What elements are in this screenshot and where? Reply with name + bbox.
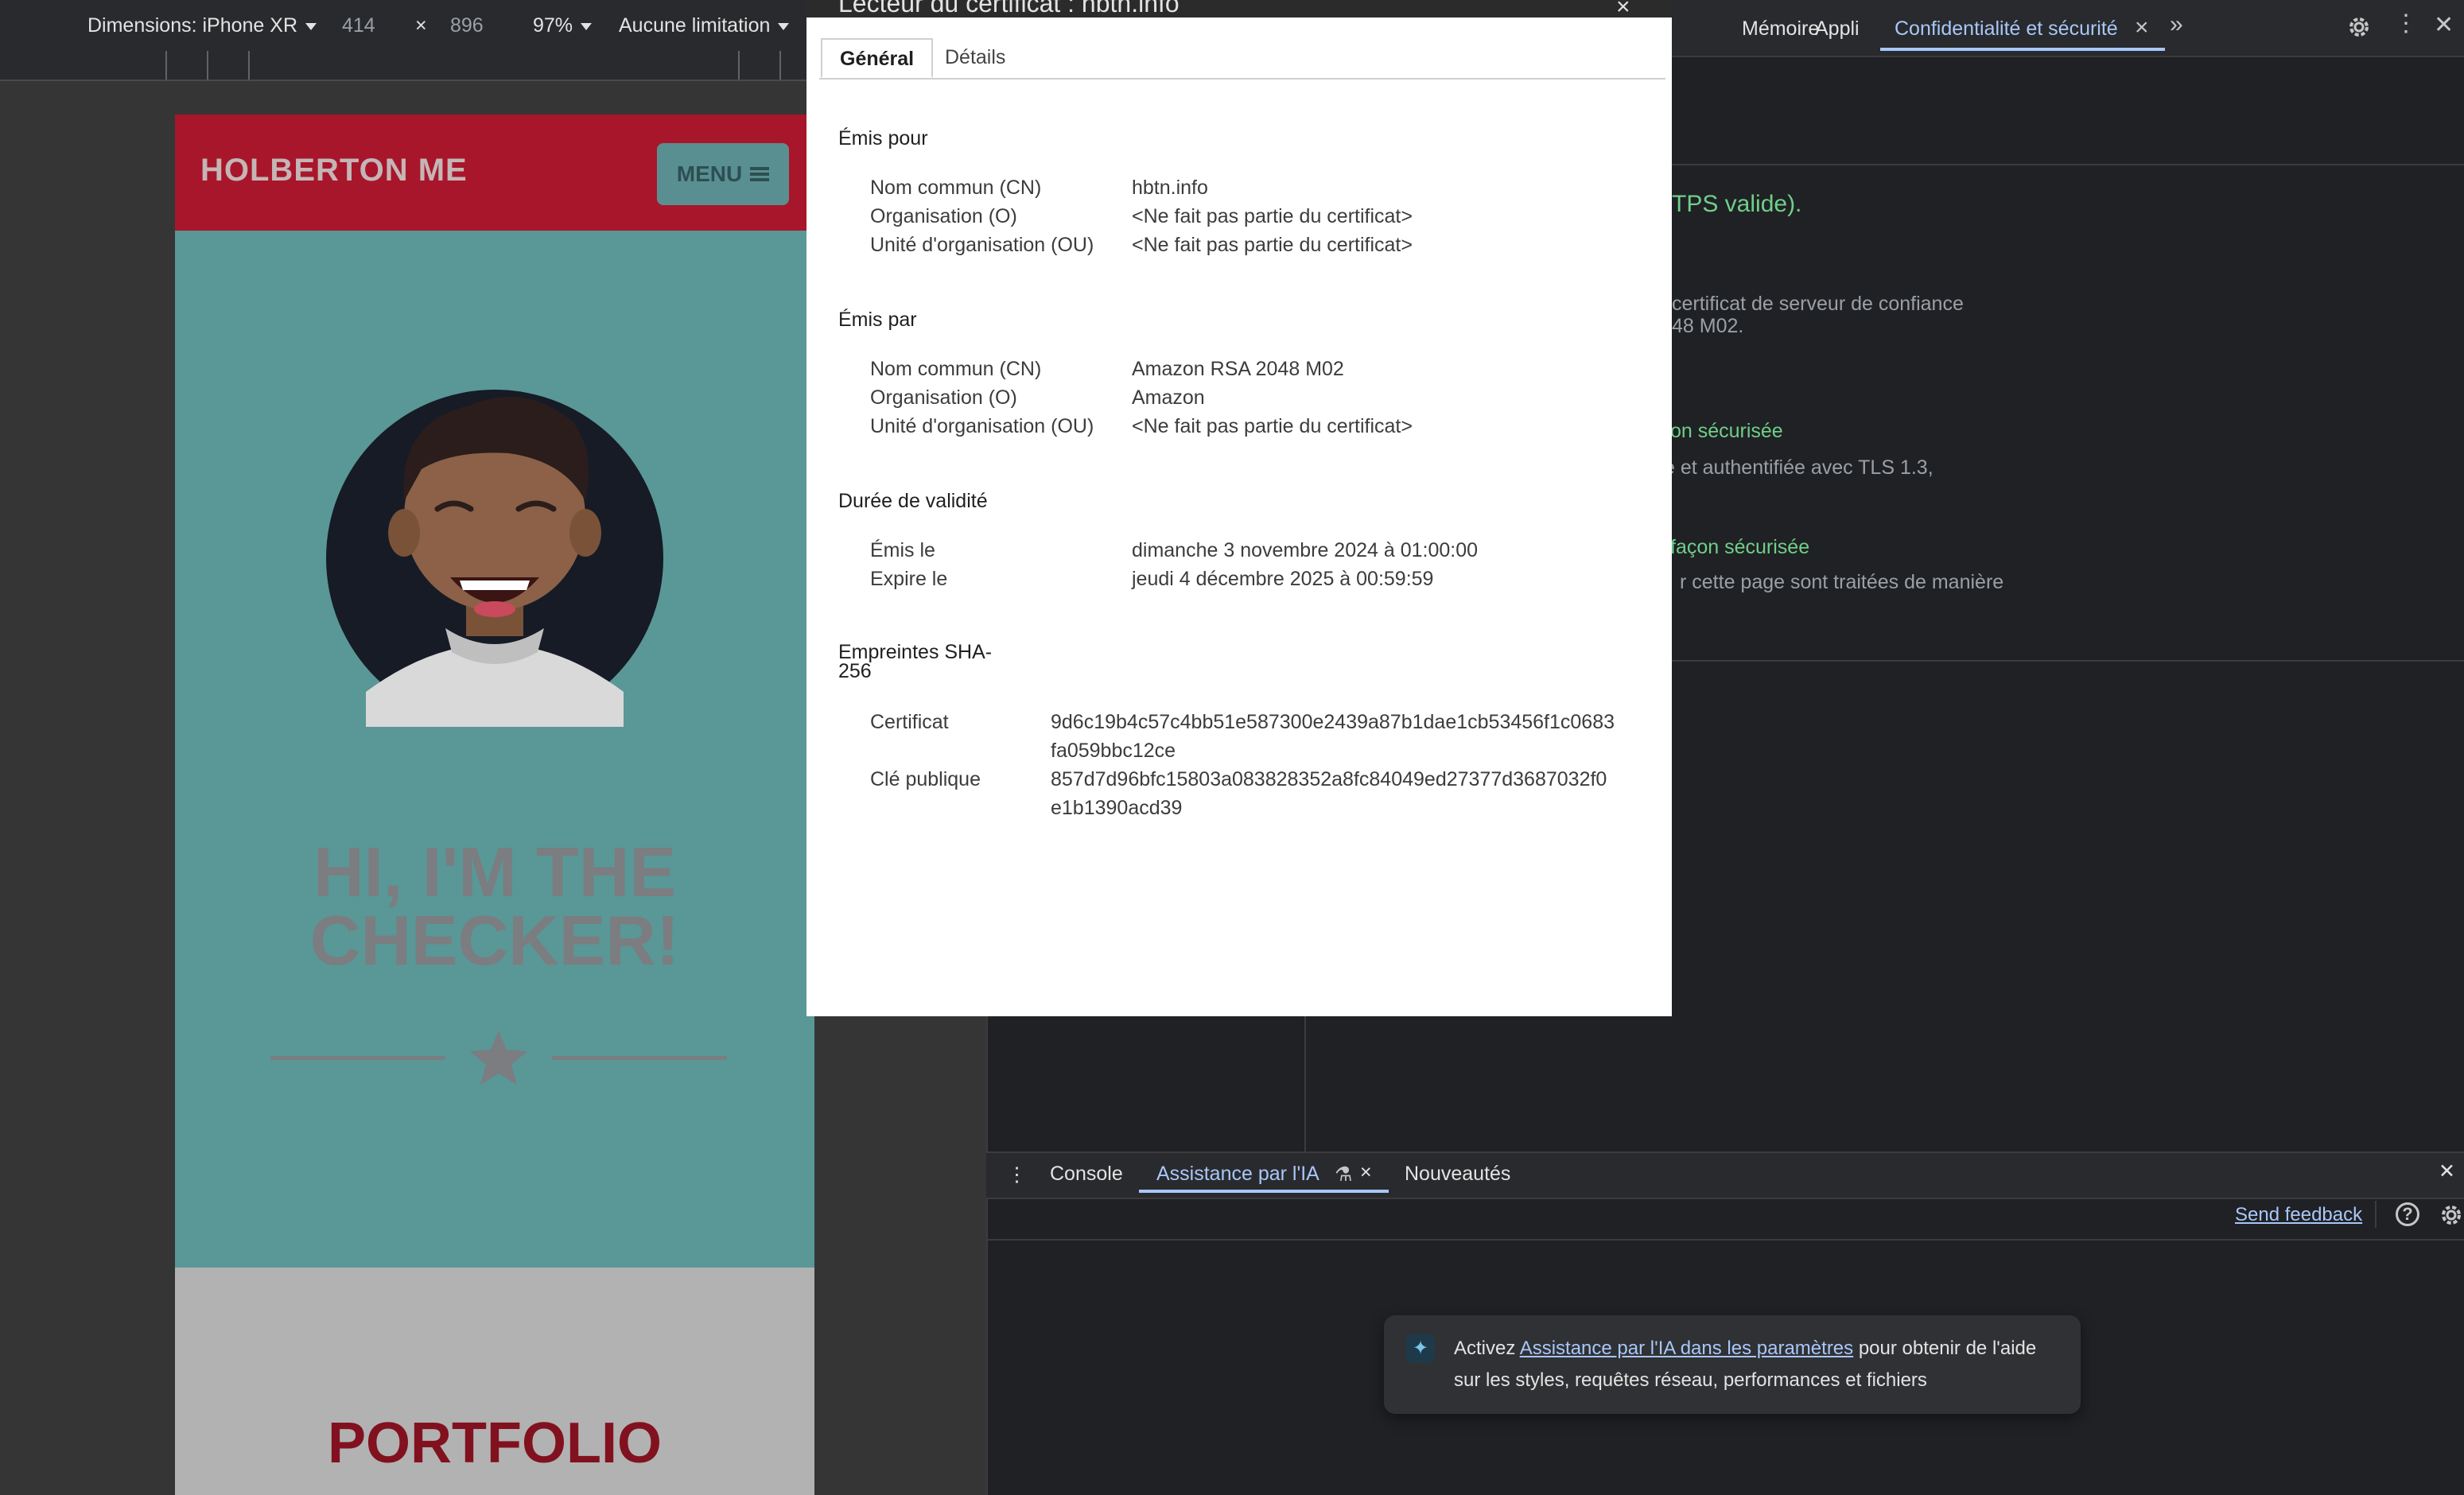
device-dimensions-label: Dimensions: iPhone XR <box>87 14 298 37</box>
active-tab-indicator <box>1880 48 2165 51</box>
avatar <box>326 390 663 727</box>
issued-to-cn-label: Nom commun (CN) <box>870 177 1042 199</box>
help-icon[interactable]: ? <box>2396 1202 2419 1226</box>
security-cert-text-line-1: certificat de serveur de confiance <box>1672 293 1964 315</box>
ai-banner-text: Activez Assistance par l'IA dans les par… <box>1454 1333 2066 1396</box>
fingerprint-key-value: 857d7d96bfc15803a083828352a8fc84049ed273… <box>1051 765 1607 822</box>
drawer-menu-icon[interactable]: ⋮ <box>1007 1163 1027 1186</box>
drawer-tab-ai-assistance[interactable]: Assistance par l'IA <box>1156 1163 1319 1186</box>
portfolio-title: PORTFOLIO <box>328 1412 662 1475</box>
send-feedback-link[interactable]: Send feedback <box>2235 1204 2362 1226</box>
device-height-input[interactable]: 896 <box>450 14 484 37</box>
gear-icon[interactable] <box>2439 1202 2464 1228</box>
tab-application[interactable]: Appli <box>1815 17 1860 41</box>
more-vert-icon[interactable]: ⋮ <box>2394 10 2418 37</box>
fingerprint-cert-label: Certificat <box>870 711 949 733</box>
security-cert-text-line-2: 48 M02. <box>1672 315 1744 337</box>
tab-details[interactable]: Détails <box>927 38 1023 78</box>
device-toolbar: Dimensions: iPhone XR 414 × 896 97% Aucu… <box>0 0 819 52</box>
star-icon <box>470 1031 527 1085</box>
ai-settings-link[interactable]: Assistance par l'IA dans les paramètres <box>1520 1338 1853 1359</box>
drawer-tab-console[interactable]: Console <box>1050 1163 1123 1186</box>
security-resources-text: r cette page sont traitées de manière <box>1680 571 2004 593</box>
validity-issued-value: dimanche 3 novembre 2024 à 01:00:00 <box>1132 539 1479 561</box>
validity-expires-label: Expire le <box>870 568 948 590</box>
close-devtools-icon[interactable]: ✕ <box>2434 11 2454 39</box>
issued-by-ou-value: <Ne fait pas partie du certificat> <box>1132 415 1413 437</box>
site-header: HOLBERTON ME MENU <box>175 115 814 231</box>
device-width-input[interactable]: 414 <box>342 14 375 37</box>
throttle-dropdown[interactable]: Aucune limitation <box>619 14 790 37</box>
fingerprint-cert-value: 9d6c19b4c57c4bb51e587300e2439a87b1dae1cb… <box>1051 708 1615 765</box>
hero-title-line-1: HI, I'M THE <box>313 833 677 911</box>
hero-title-line-2: CHECKER! <box>309 901 680 980</box>
issued-to-o-value: <Ne fait pas partie du certificat> <box>1132 205 1413 227</box>
drawer-tab-whats-new[interactable]: Nouveautés <box>1405 1163 1510 1186</box>
tab-privacy-security[interactable]: Confidentialité et sécurité <box>1895 17 2118 41</box>
tab-memory[interactable]: Mémoire <box>1742 17 1819 41</box>
tab-general[interactable]: Général <box>821 38 934 78</box>
issued-to-cn-value: hbtn.info <box>1132 177 1208 199</box>
site-menu-button[interactable]: MENU <box>657 143 789 205</box>
validity-expires-value: jeudi 4 décembre 2025 à 00:59:59 <box>1132 568 1434 590</box>
fingerprint-key-value-line-1: 857d7d96bfc15803a083828352a8fc84049ed273… <box>1051 768 1607 790</box>
zoom-dropdown[interactable]: 97% <box>533 14 593 37</box>
issued-by-o-label: Organisation (O) <box>870 386 1017 409</box>
ai-banner-prefix: Activez <box>1454 1338 1520 1359</box>
security-connection-text: e et authentifiée avec TLS 1.3, <box>1664 456 1934 479</box>
fingerprints-heading-line-1: Empreintes SHA- <box>838 641 993 663</box>
close-tab-icon[interactable]: × <box>2135 14 2149 41</box>
certificate-dialog <box>806 17 1672 1016</box>
certificate-title: Lecteur du certificat : hbtn.info <box>838 0 1180 17</box>
issued-to-o-label: Organisation (O) <box>870 205 1017 227</box>
fingerprint-key-label: Clé publique <box>870 768 981 790</box>
fingerprint-key-value-line-2: e1b1390acd39 <box>1051 797 1183 819</box>
fingerprints-heading: Empreintes SHA- 256 <box>838 643 992 681</box>
gear-icon[interactable] <box>2346 14 2372 40</box>
times-icon: × <box>415 14 427 37</box>
zoom-label: 97% <box>533 14 573 37</box>
issued-by-heading: Émis par <box>838 309 917 331</box>
chevron-double-right-icon[interactable]: » <box>2170 11 2183 38</box>
issued-by-cn-value: Amazon RSA 2048 M02 <box>1132 358 1344 380</box>
fingerprint-cert-value-line-1: 9d6c19b4c57c4bb51e587300e2439a87b1dae1cb… <box>1051 711 1615 733</box>
site-logo[interactable]: HOLBERTON ME <box>200 153 468 188</box>
security-resources-title: façon sécurisée <box>1670 536 1810 558</box>
chevron-down-icon <box>778 22 790 30</box>
hero-title: HI, I'M THE CHECKER! <box>175 833 814 980</box>
emulated-website: HOLBERTON ME MENU HI, I'M THE CHECKER! P… <box>175 115 814 1495</box>
star-divider <box>270 1031 727 1085</box>
certificate-tabs-divider <box>819 78 1665 80</box>
issued-by-cn-label: Nom commun (CN) <box>870 358 1042 380</box>
throttle-label: Aucune limitation <box>619 14 771 37</box>
issued-to-ou-value: <Ne fait pas partie du certificat> <box>1132 234 1413 256</box>
security-main-summary: TPS valide). <box>1672 191 1802 217</box>
active-tab-indicator <box>1139 1190 1389 1193</box>
issued-by-o-value: Amazon <box>1132 386 1205 409</box>
issued-by-ou-label: Unité d'organisation (OU) <box>870 415 1094 437</box>
hamburger-icon <box>750 167 770 181</box>
site-menu-label: MENU <box>676 161 743 186</box>
flask-icon: ⚗ <box>1335 1163 1353 1186</box>
fingerprints-heading-line-2: 256 <box>838 660 872 682</box>
fingerprint-cert-value-line-2: fa059bbc12ce <box>1051 740 1176 762</box>
close-tab-icon[interactable]: × <box>1360 1161 1372 1184</box>
validity-issued-label: Émis le <box>870 539 935 561</box>
chevron-down-icon <box>305 22 317 30</box>
issued-to-heading: Émis pour <box>838 127 928 150</box>
device-dimensions-dropdown[interactable]: Dimensions: iPhone XR <box>87 14 317 37</box>
issued-to-ou-label: Unité d'organisation (OU) <box>870 234 1094 256</box>
validity-heading: Durée de validité <box>838 490 988 512</box>
ai-assistance-icon: ✦ <box>1406 1334 1435 1363</box>
close-drawer-icon[interactable]: ✕ <box>2439 1159 2455 1183</box>
media-query-bar[interactable] <box>0 51 819 81</box>
chevron-down-icon <box>581 22 593 30</box>
